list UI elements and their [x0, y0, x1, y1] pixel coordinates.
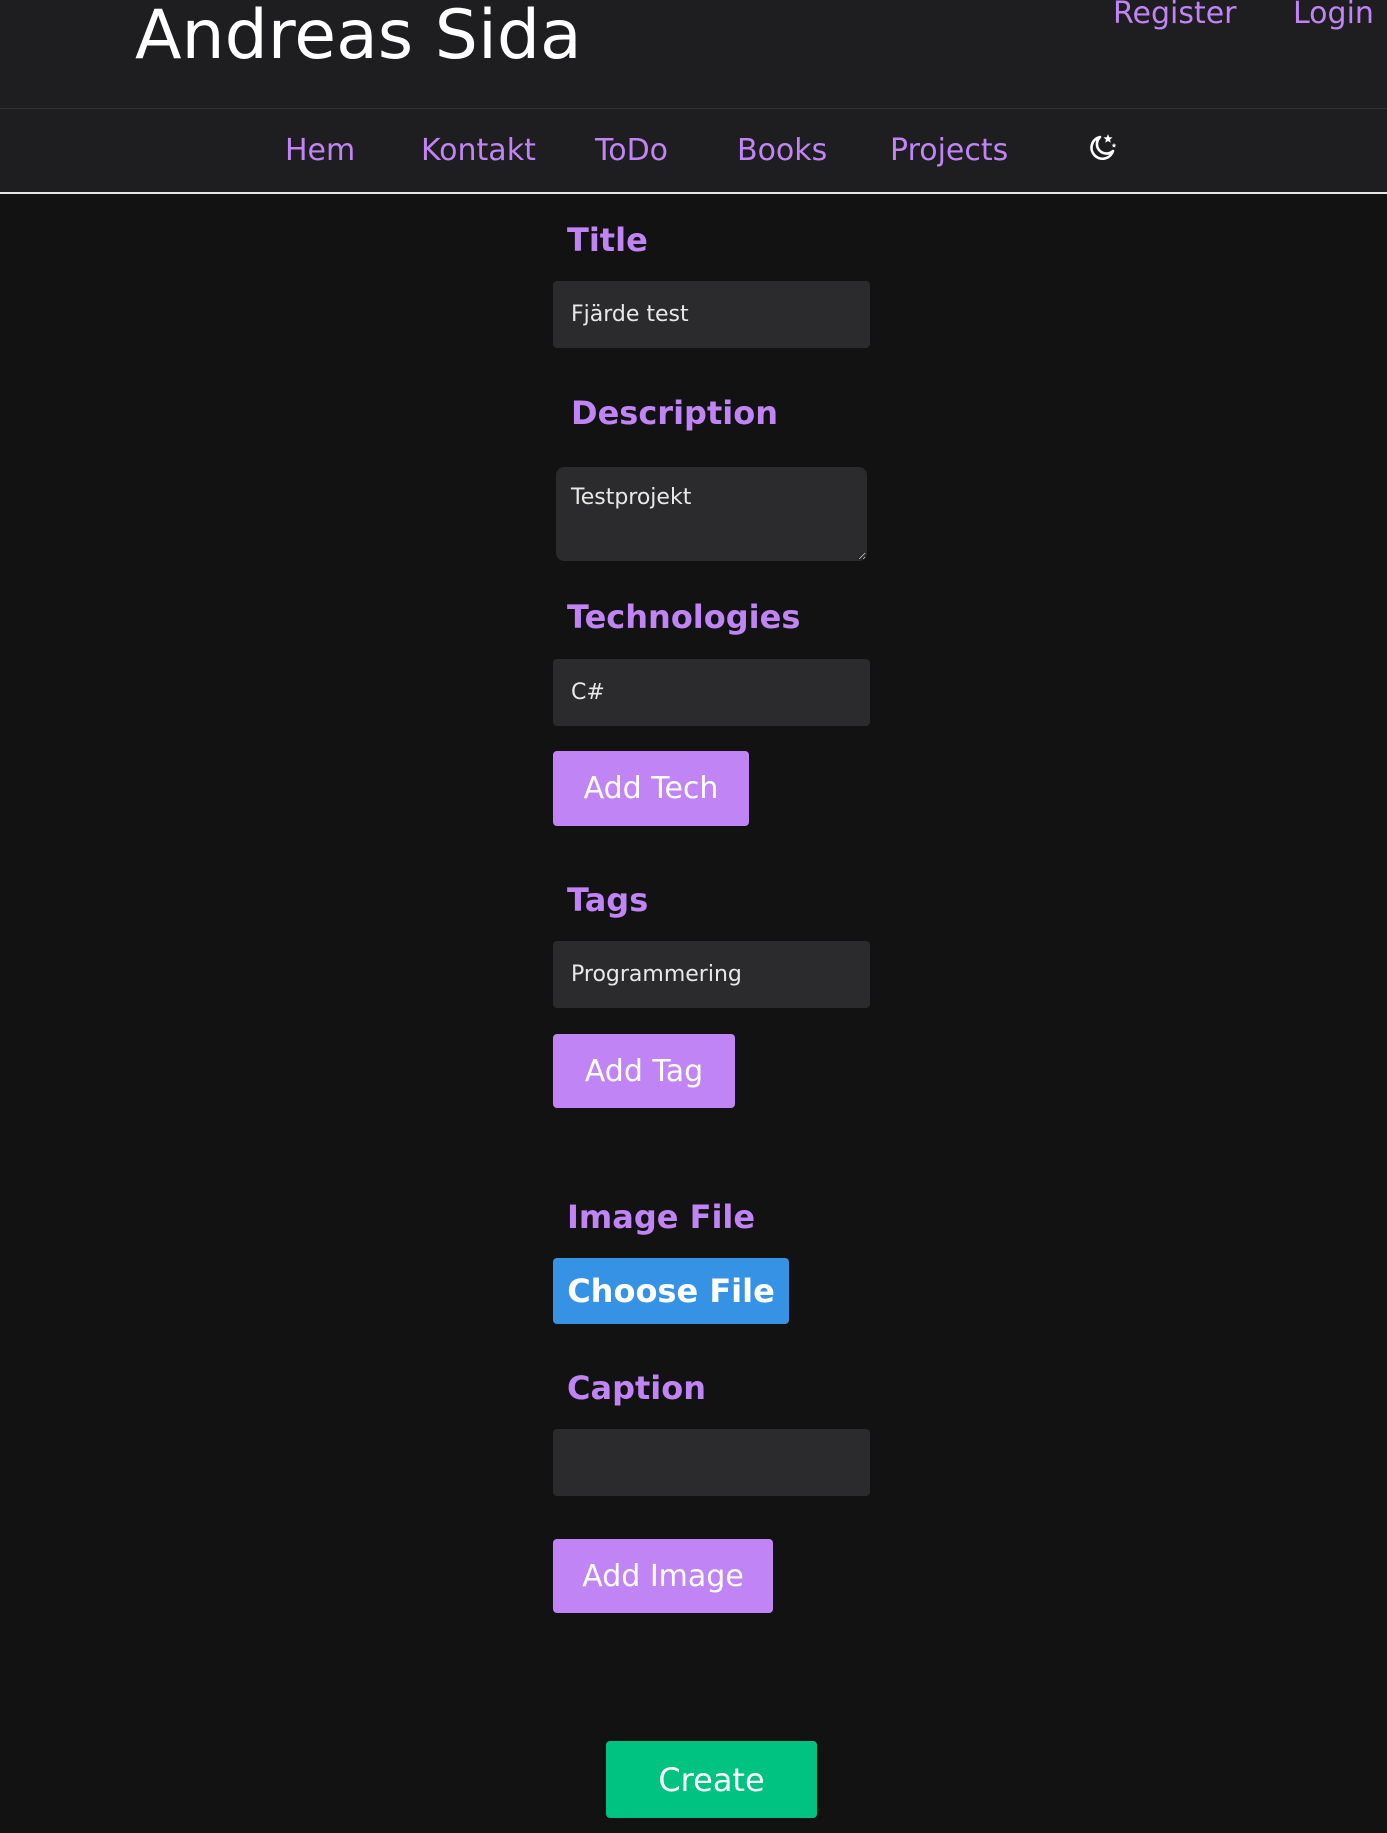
image-file-label: Image File — [567, 1198, 756, 1236]
create-button[interactable]: Create — [606, 1741, 817, 1818]
register-link[interactable]: Register — [1113, 0, 1237, 32]
description-label: Description — [571, 394, 778, 432]
site-title[interactable]: Andreas Sida — [135, 0, 582, 78]
tags-input[interactable] — [553, 941, 870, 1008]
technologies-label: Technologies — [567, 598, 801, 636]
nav-item-books[interactable]: Books — [737, 133, 827, 169]
login-link[interactable]: Login — [1293, 0, 1374, 32]
tags-label: Tags — [567, 881, 649, 919]
title-input[interactable] — [553, 281, 870, 348]
add-image-button[interactable]: Add Image — [553, 1539, 773, 1613]
caption-input[interactable] — [553, 1429, 870, 1496]
add-tech-button[interactable]: Add Tech — [553, 751, 749, 826]
add-tag-button[interactable]: Add Tag — [553, 1034, 735, 1108]
nav-item-kontakt[interactable]: Kontakt — [421, 133, 536, 169]
nav-item-hem[interactable]: Hem — [285, 133, 355, 169]
title-label: Title — [567, 221, 648, 259]
technologies-input[interactable] — [553, 659, 870, 726]
theme-toggle-button[interactable] — [1086, 132, 1118, 164]
moon-stars-icon — [1090, 134, 1117, 160]
nav-item-todo[interactable]: ToDo — [595, 133, 668, 169]
caption-label: Caption — [567, 1369, 707, 1407]
nav-item-projects[interactable]: Projects — [890, 133, 1008, 169]
top-header: Andreas Sida Register Login — [0, 0, 1387, 109]
description-textarea[interactable]: Testprojekt — [556, 467, 867, 561]
main-nav: Hem Kontakt ToDo Books Projects — [0, 109, 1387, 194]
choose-file-button[interactable]: Choose File — [553, 1258, 789, 1324]
